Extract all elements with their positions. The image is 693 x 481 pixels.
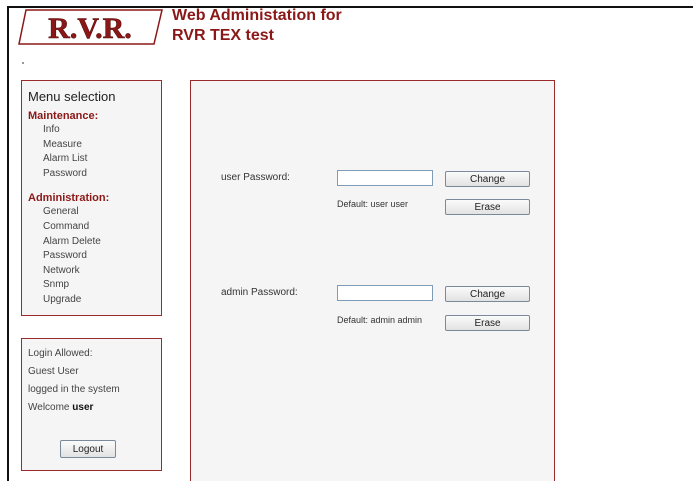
- menu-section-maintenance: Maintenance:: [28, 110, 99, 122]
- menu-item-snmp[interactable]: Snmp: [28, 278, 161, 293]
- menu-item-upgrade[interactable]: Upgrade: [28, 293, 161, 308]
- decorative-dot: [22, 62, 24, 64]
- frame-left-border: [7, 6, 9, 481]
- menu-item-maintenance-password[interactable]: Password: [28, 167, 161, 182]
- welcome-prefix: Welcome: [28, 402, 70, 413]
- menu-item-measure[interactable]: Measure: [28, 138, 161, 153]
- menu-item-general[interactable]: General: [28, 205, 161, 220]
- user-password-erase-button[interactable]: Erase: [445, 199, 530, 215]
- menu-section-administration: Administration:: [28, 192, 110, 205]
- page-title-line1: Web Administation for: [172, 7, 342, 24]
- login-status: logged in the system: [28, 384, 120, 395]
- user-password-input[interactable]: [337, 170, 433, 186]
- admin-password-erase-button[interactable]: Erase: [445, 315, 530, 331]
- page-title-line2: RVR TEX test: [172, 27, 274, 44]
- welcome-message: Welcome user: [28, 399, 161, 417]
- user-password-label: user Password:: [221, 172, 290, 183]
- menu-item-alarm-delete[interactable]: Alarm Delete: [28, 235, 161, 250]
- menu-item-command[interactable]: Command: [28, 220, 161, 235]
- menu-item-network[interactable]: Network: [28, 264, 161, 279]
- logout-button[interactable]: Logout: [60, 440, 116, 458]
- welcome-username: user: [72, 402, 94, 413]
- login-panel: Login Allowed: Guest User logged in the …: [21, 338, 162, 471]
- menu-title: Menu selection: [28, 89, 116, 104]
- logo-text: R.V.R.: [48, 12, 132, 45]
- rvr-logo: R.V.R.: [18, 8, 164, 46]
- admin-password-label: admin Password:: [221, 287, 298, 298]
- login-user-type: Guest User: [28, 366, 79, 377]
- page-title: Web Administation for RVR TEX test: [172, 6, 412, 46]
- login-allowed-label: Login Allowed:: [28, 348, 93, 359]
- user-password-change-button[interactable]: Change: [445, 171, 530, 187]
- menu-item-admin-password[interactable]: Password: [28, 249, 161, 264]
- menu-panel: Menu selection Maintenance: Info Measure…: [21, 80, 162, 316]
- menu-item-info[interactable]: Info: [28, 123, 161, 138]
- password-panel: user Password: Change Default: user user…: [190, 80, 555, 481]
- user-password-default: Default: user user: [337, 199, 409, 209]
- admin-password-input[interactable]: [337, 285, 433, 301]
- menu-item-alarm-list[interactable]: Alarm List: [28, 152, 161, 167]
- admin-password-default: Default: admin admin: [337, 315, 423, 325]
- admin-password-change-button[interactable]: Change: [445, 286, 530, 302]
